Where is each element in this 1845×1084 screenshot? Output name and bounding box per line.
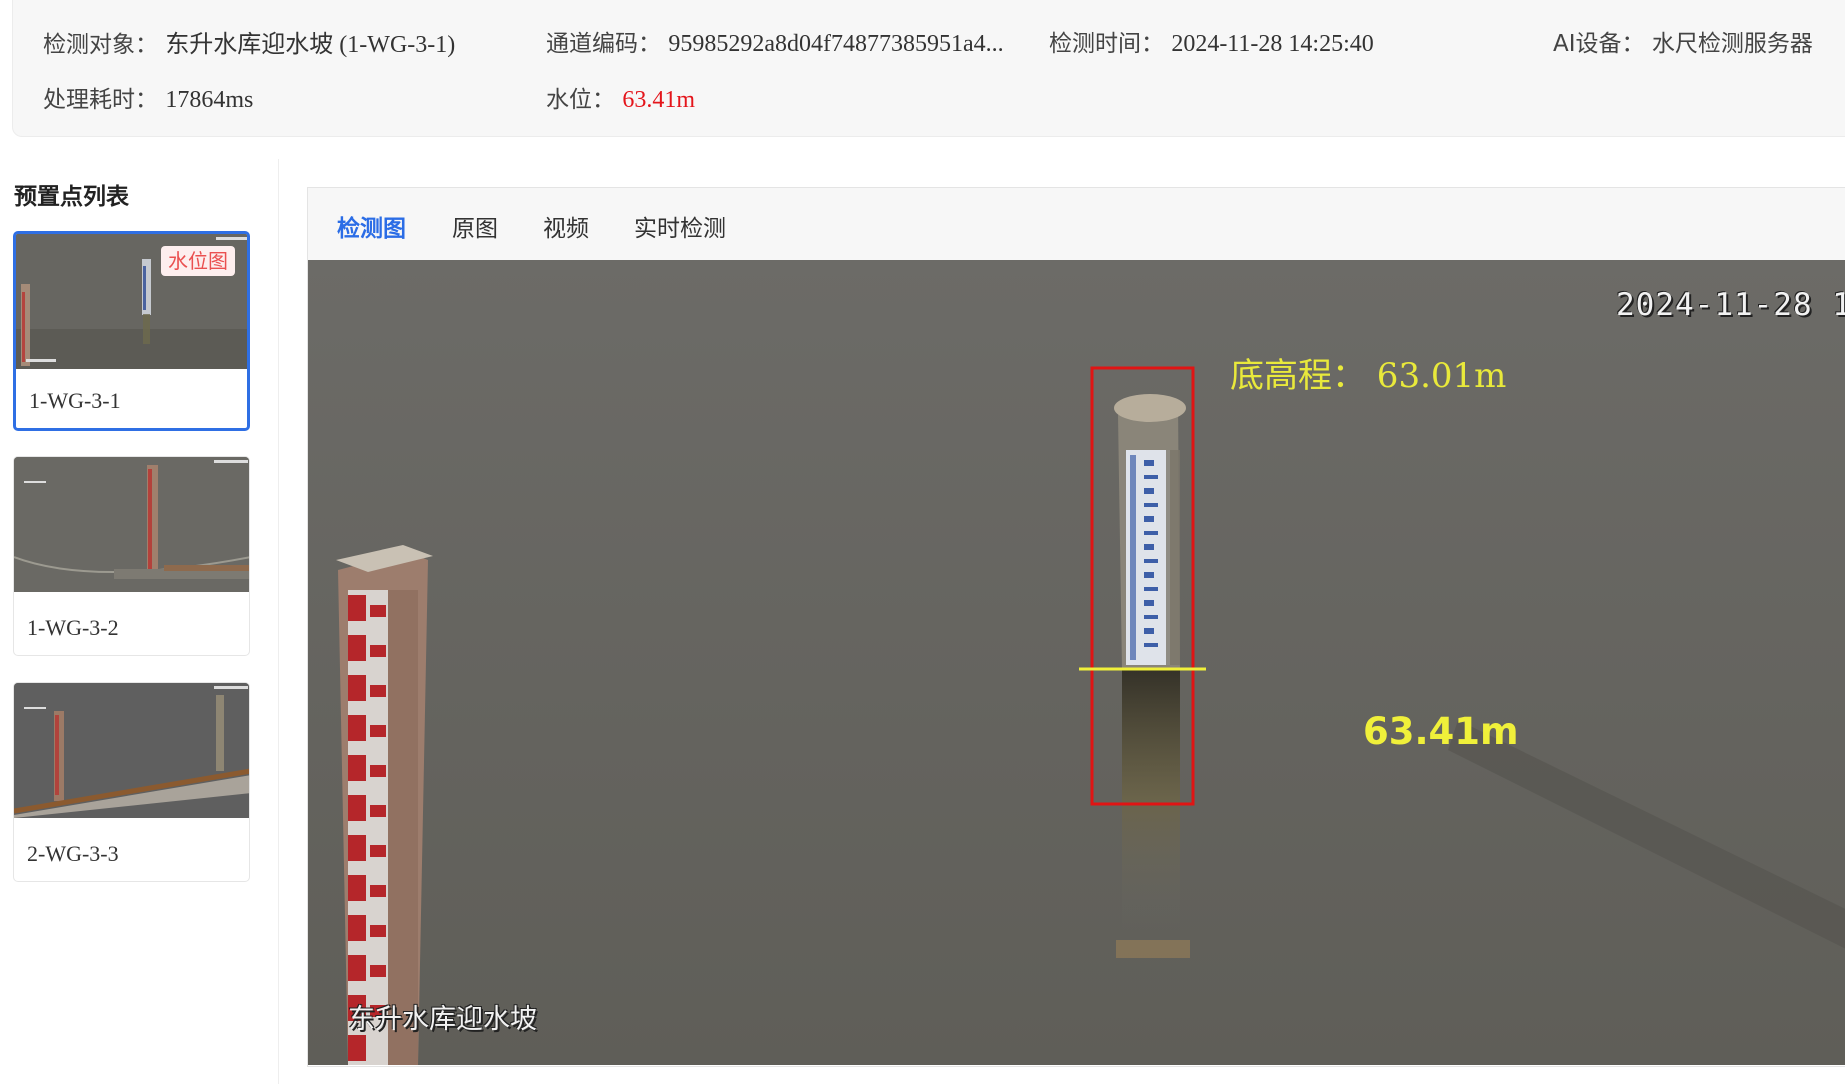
preset-item-1-wg-3-1[interactable]: 水位图 1-WG-3-1 — [13, 231, 250, 431]
info-water-level: 水位： 63.41m — [546, 80, 695, 114]
left-gauge-post — [336, 545, 433, 1065]
detection-main-panel: 检测图 原图 视频 实时检测 2024-11-28 1 底高程： 63.01m … — [307, 187, 1845, 1067]
info-time-value: 2024-11-28 14:25:40 — [1171, 31, 1374, 57]
preset-thumbnail — [14, 683, 249, 818]
water-level-annotation: 63.41m — [1363, 710, 1519, 753]
info-duration: 处理耗时： 17864ms — [43, 80, 253, 114]
preset-thumbnail: 水位图 — [16, 234, 247, 369]
preset-item-2-wg-3-3[interactable]: 2-WG-3-3 — [13, 682, 250, 882]
info-level-label: 水位： — [546, 87, 615, 113]
info-level-value: 63.41m — [622, 87, 695, 113]
preset-thumbnail — [14, 457, 249, 592]
water-level-badge: 水位图 — [161, 246, 235, 276]
preset-sidebar: 预置点列表 水位图 1-WG-3-1 1-WG-3-2 2-WG-3-3 — [0, 159, 279, 1084]
detection-info-panel: 检测对象： 东升水库迎水坡 (1-WG-3-1) 通道编码： 95985292a… — [12, 0, 1845, 137]
tab-original-image[interactable]: 原图 — [452, 209, 498, 243]
info-target-value: 东升水库迎水坡 (1-WG-3-1) — [165, 32, 456, 58]
info-device-value: 水尺检测服务器 — [1651, 31, 1813, 57]
info-duration-label: 处理耗时： — [43, 87, 158, 113]
info-channel: 通道编码： 95985292a8d04f74877385951a4... — [546, 24, 1004, 58]
preset-item-label: 1-WG-3-2 — [27, 615, 119, 640]
osd-timestamp: 2024-11-28 1 — [1616, 287, 1845, 323]
info-time-label: 检测时间： — [1049, 31, 1164, 57]
info-target-label: 检测对象： — [43, 32, 158, 58]
center-gauge-post — [1114, 394, 1190, 958]
info-time: 检测时间： 2024-11-28 14:25:40 — [1049, 24, 1374, 58]
info-channel-value: 95985292a8d04f74877385951a4... — [668, 31, 1004, 57]
sidebar-title: 预置点列表 — [14, 184, 129, 210]
tab-detection-image[interactable]: 检测图 — [337, 209, 406, 243]
preset-item-label: 2-WG-3-3 — [27, 841, 119, 866]
view-tabs: 检测图 原图 视频 实时检测 — [308, 188, 1845, 261]
tab-realtime-detection[interactable]: 实时检测 — [634, 209, 726, 243]
detection-image — [308, 260, 1845, 1065]
info-device: AI设备： 水尺检测服务器 — [1553, 24, 1813, 58]
tab-video[interactable]: 视频 — [543, 209, 589, 243]
info-duration-value: 17864ms — [165, 87, 254, 113]
bottom-elevation-annotation: 底高程： 63.01m — [1230, 356, 1507, 396]
info-device-label: AI设备： — [1553, 31, 1645, 57]
preset-item-1-wg-3-2[interactable]: 1-WG-3-2 — [13, 456, 250, 656]
info-channel-label: 通道编码： — [546, 31, 661, 57]
osd-location-name: 东升水库迎水坡 — [348, 1004, 537, 1035]
preset-item-label: 1-WG-3-1 — [29, 388, 121, 413]
info-target: 检测对象： 东升水库迎水坡 (1-WG-3-1) — [43, 24, 455, 59]
detection-image-viewer: 2024-11-28 1 底高程： 63.01m 63.41m 东升水库迎水坡 — [308, 260, 1845, 1065]
